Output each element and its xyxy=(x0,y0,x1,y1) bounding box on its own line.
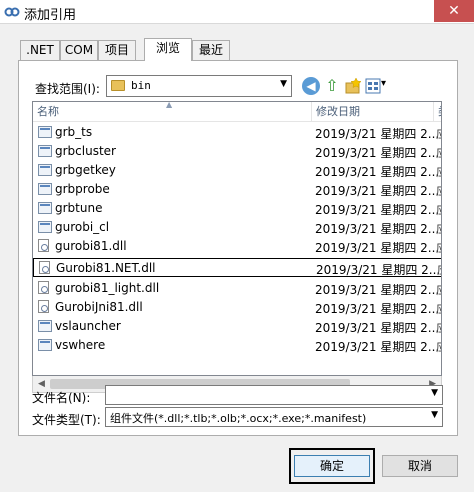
tab-dotnet[interactable]: .NET xyxy=(20,40,60,60)
filetype-value: 组件文件(*.dll;*.tlb;*.olb;*.ocx;*.exe;*.man… xyxy=(110,412,367,425)
exe-icon xyxy=(38,339,52,351)
ok-button[interactable]: 确定 xyxy=(294,455,370,477)
dll-icon xyxy=(38,300,49,313)
exe-icon xyxy=(38,126,52,138)
tab-projects[interactable]: 项目 xyxy=(98,40,136,60)
lookin-label: 查找范围(I): xyxy=(35,82,100,96)
exe-icon xyxy=(38,202,52,214)
close-button[interactable]: ✕ xyxy=(434,0,474,22)
exe-icon xyxy=(38,145,52,157)
exe-icon xyxy=(38,221,52,233)
chevron-down-icon: ▼ xyxy=(431,410,438,420)
file-row[interactable]: vswhere 2019/3/21 星期四 2... 应 xyxy=(33,336,441,355)
list-header: ▲ 名称 修改日期 类 xyxy=(33,102,441,122)
column-header-name[interactable]: 名称 xyxy=(33,102,311,122)
tab-com[interactable]: COM xyxy=(60,40,98,60)
filetype-dropdown[interactable]: 组件文件(*.dll;*.tlb;*.olb;*.ocx;*.exe;*.man… xyxy=(105,407,443,427)
file-row[interactable]: grbgetkey 2019/3/21 星期四 2... 应 xyxy=(33,161,441,180)
tab-browse[interactable]: 浏览 xyxy=(144,38,192,61)
lookin-value: bin xyxy=(131,79,151,92)
title-bar: 添加引用 ✕ xyxy=(0,0,474,24)
file-list[interactable]: ▲ 名称 修改日期 类 grb_ts 2019/3/21 星期四 2... 应 … xyxy=(32,101,442,376)
chevron-down-icon[interactable]: ▼ xyxy=(431,388,438,398)
close-icon: ✕ xyxy=(448,3,460,19)
file-row[interactable]: gurobi_cl 2019/3/21 星期四 2... 应 xyxy=(33,218,441,237)
filename-label: 文件名(N): xyxy=(32,391,91,405)
filetype-label: 文件类型(T): xyxy=(32,413,101,427)
scroll-left-icon[interactable]: ◀ xyxy=(38,379,45,389)
file-row[interactable]: grbtune 2019/3/21 星期四 2... 应 xyxy=(33,199,441,218)
chevron-down-icon: ▼ xyxy=(280,79,287,89)
view-menu-icon[interactable]: ▾ xyxy=(365,77,389,95)
file-row[interactable]: grb_ts 2019/3/21 星期四 2... 应 xyxy=(33,123,441,142)
file-row[interactable]: grbcluster 2019/3/21 星期四 2... 应 xyxy=(33,142,441,161)
filename-input[interactable]: ▼ xyxy=(105,385,443,405)
folder-icon xyxy=(111,80,125,91)
exe-icon xyxy=(38,164,52,176)
tab-strip: .NET COM 项目 浏览 最近 xyxy=(20,38,460,61)
column-header-date[interactable]: 修改日期 xyxy=(311,102,433,122)
app-icon xyxy=(4,7,20,17)
file-row[interactable]: gurobi81_light.dll 2019/3/21 星期四 2... 应 xyxy=(33,279,441,298)
lookin-dropdown[interactable]: bin ▼ xyxy=(106,75,292,97)
up-folder-icon[interactable]: ⇧ xyxy=(323,77,341,95)
file-row[interactable]: gurobi81.dll 2019/3/21 星期四 2... 应 xyxy=(33,237,441,256)
file-row[interactable]: GurobiJni81.dll 2019/3/21 星期四 2... 应 xyxy=(33,298,441,317)
dll-icon xyxy=(38,281,49,294)
exe-icon xyxy=(38,183,52,195)
exe-icon xyxy=(38,320,52,332)
back-icon[interactable]: ◀ xyxy=(302,77,320,95)
window-title: 添加引用 xyxy=(24,8,77,23)
dll-icon xyxy=(39,261,50,274)
dll-icon xyxy=(38,239,49,252)
file-row[interactable]: vslauncher 2019/3/21 星期四 2... 应 xyxy=(33,317,441,336)
new-folder-icon[interactable] xyxy=(344,77,362,95)
file-row[interactable]: grbprobe 2019/3/21 星期四 2... 应 xyxy=(33,180,441,199)
tab-recent[interactable]: 最近 xyxy=(192,40,230,60)
column-header-type[interactable]: 类 xyxy=(433,102,441,122)
cancel-button[interactable]: 取消 xyxy=(382,455,458,477)
file-row-selected[interactable]: Gurobi81.NET.dll 2019/3/21 星期四 2... 应 xyxy=(33,258,441,277)
